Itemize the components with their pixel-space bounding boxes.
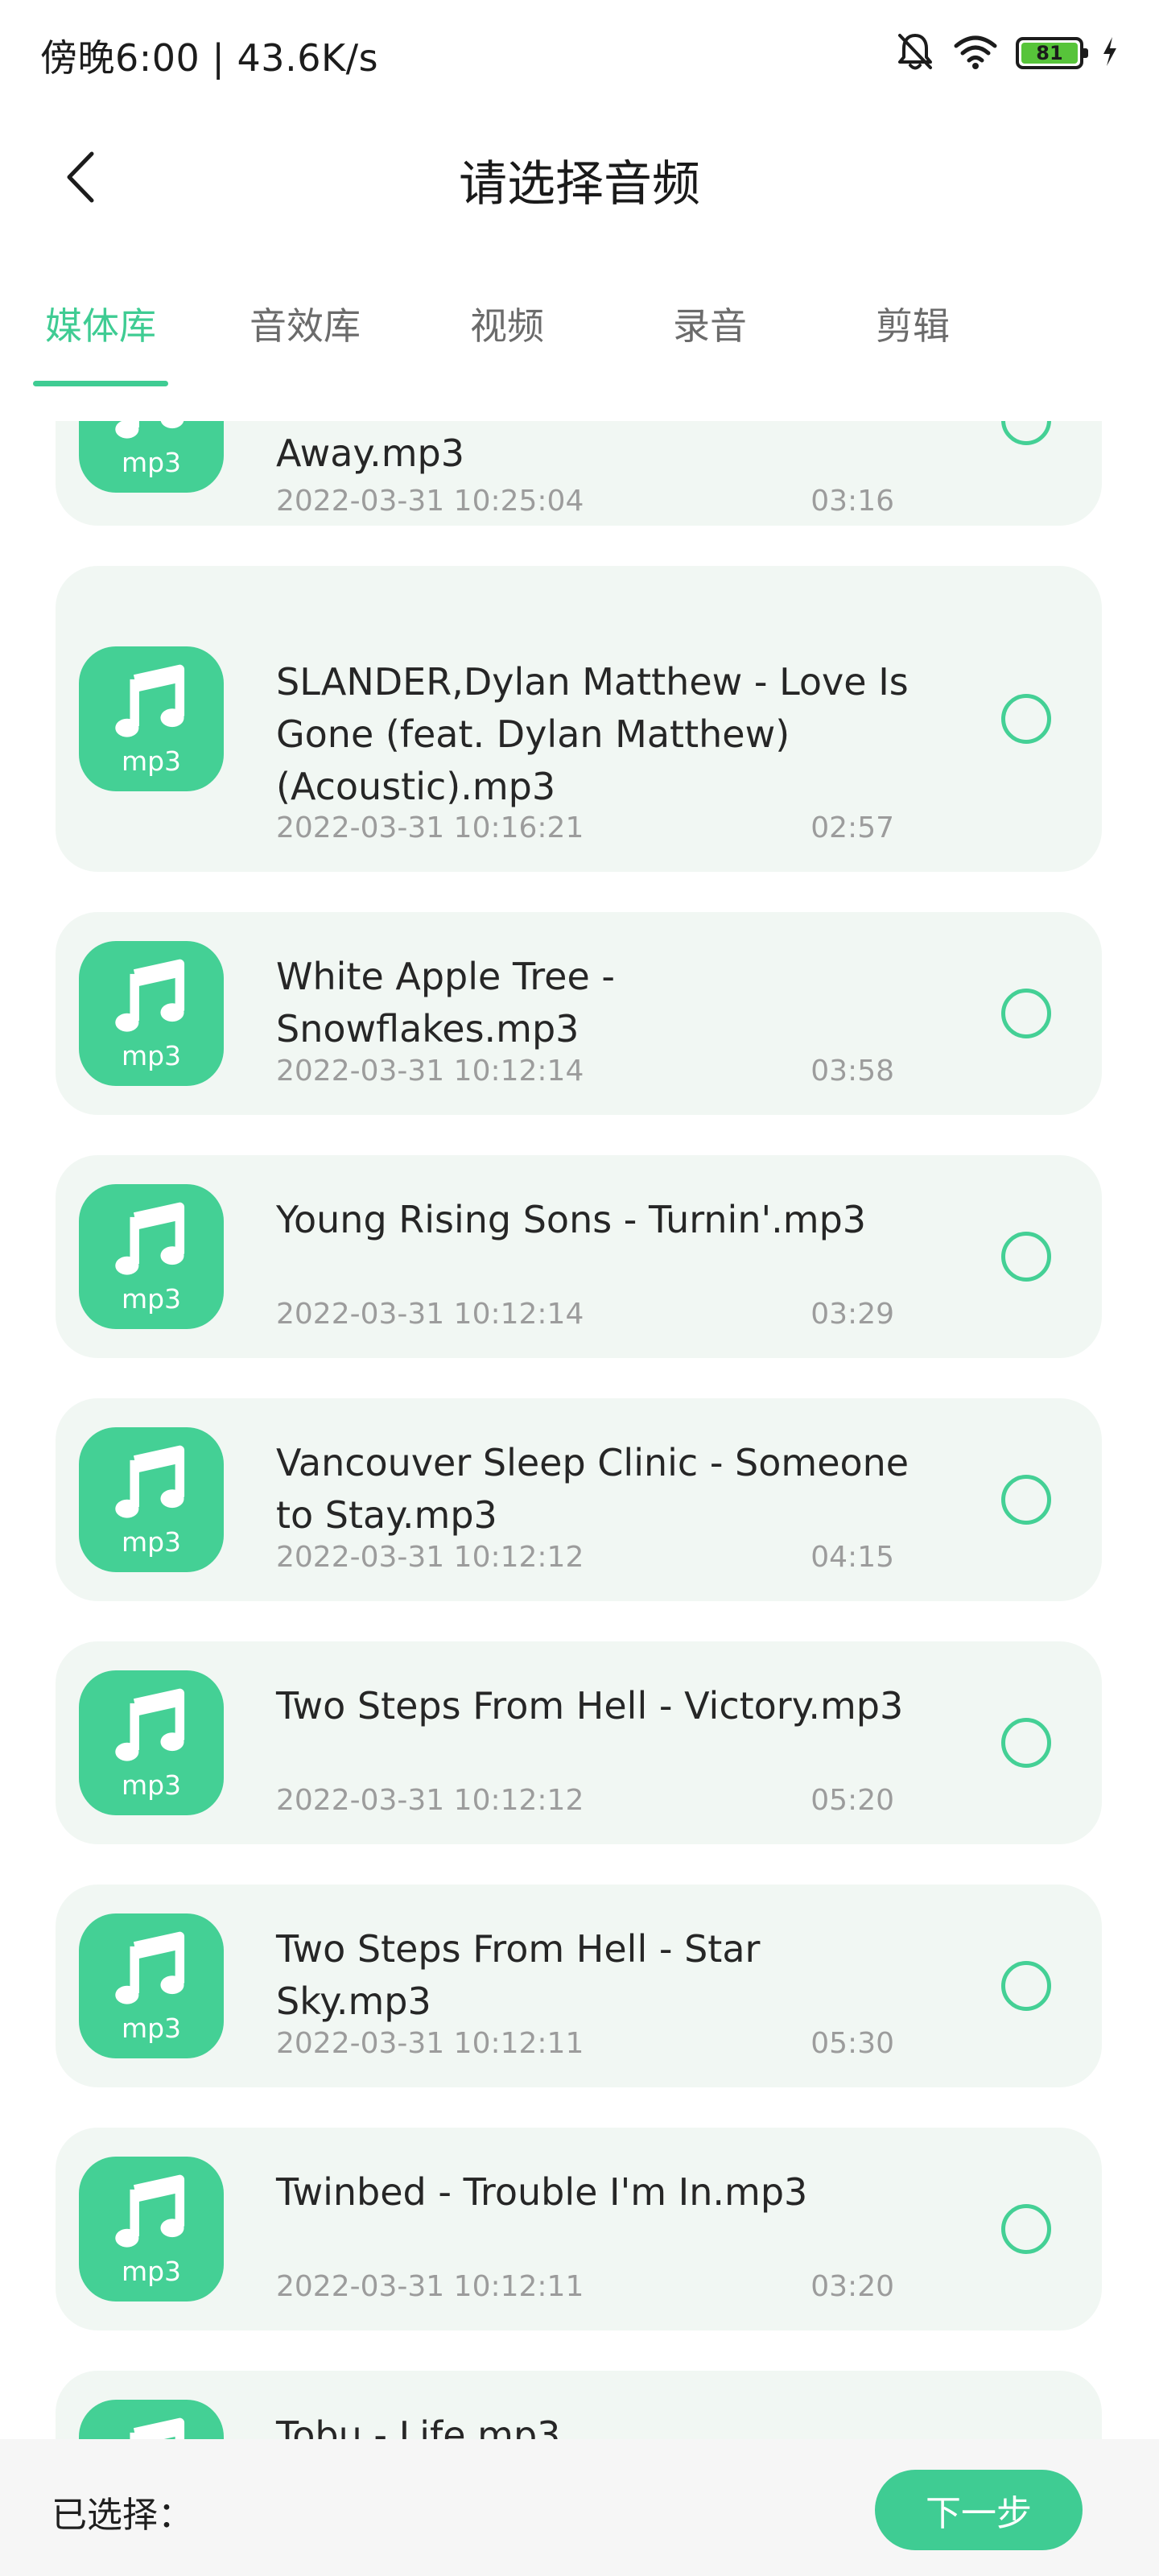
file-date: 2022-03-31 10:12:12 xyxy=(276,1541,584,1574)
file-extension-label: mp3 xyxy=(121,2256,182,2287)
tab-bar: 媒体库 音效库 视频 录音 剪辑 xyxy=(0,282,1159,386)
music-note-icon xyxy=(115,1445,185,1518)
tab-media-library[interactable]: 媒体库 xyxy=(29,298,172,354)
file-name: SLANDER,Dylan Matthew - Love Is Gone (fe… xyxy=(276,660,909,808)
file-date: 2022-03-31 10:12:14 xyxy=(276,1055,584,1088)
music-file-icon: mp3 xyxy=(79,1184,224,1329)
file-date: 2022-03-31 10:12:11 xyxy=(276,2270,584,2303)
file-duration: 05:20 xyxy=(810,1784,894,1817)
select-radio[interactable] xyxy=(1001,1961,1051,2011)
file-date: 2022-03-31 10:12:14 xyxy=(276,1298,584,1331)
list-item[interactable]: mp3 Twinbed - Trouble I'm In.mp3 2022-03… xyxy=(56,2128,1102,2330)
status-time-speed: 傍晚6:00 | 43.6K/s xyxy=(40,36,379,80)
wifi-icon xyxy=(953,33,998,73)
music-file-icon: mp3 xyxy=(79,646,224,791)
music-note-icon xyxy=(115,664,185,737)
mute-bell-icon xyxy=(895,31,935,76)
file-duration: 03:16 xyxy=(810,485,894,518)
file-extension-label: mp3 xyxy=(121,745,182,777)
file-duration: 04:15 xyxy=(810,1541,894,1574)
select-radio[interactable] xyxy=(1001,421,1051,445)
file-name: Twinbed - Trouble I'm In.mp3 xyxy=(276,2170,808,2214)
file-extension-label: mp3 xyxy=(121,447,182,478)
music-file-icon: mp3 xyxy=(79,1427,224,1572)
list-item[interactable]: mp3 Two Steps From Hell - Star Sky.mp3 2… xyxy=(56,1885,1102,2087)
music-note-icon xyxy=(130,2417,185,2439)
file-date: 2022-03-31 10:12:12 xyxy=(276,1784,584,1817)
file-name: Two Steps From Hell - Victory.mp3 xyxy=(276,1684,904,1728)
active-tab-indicator xyxy=(33,381,168,386)
tab-sound-effects[interactable]: 音效库 xyxy=(233,298,377,354)
file-extension-label: mp3 xyxy=(121,1526,182,1558)
file-name: White Apple Tree - Snowflakes.mp3 xyxy=(276,955,616,1051)
file-extension-label: mp3 xyxy=(121,2013,182,2044)
music-note-icon xyxy=(115,1931,185,2004)
music-note-icon xyxy=(115,959,185,1032)
bottom-bar: 已选择： 下一步 xyxy=(0,2439,1159,2576)
selected-label: 已选择： xyxy=(52,2495,193,2536)
list-item[interactable]: mp3 Tobu - Life.mp3 xyxy=(56,2371,1102,2439)
music-file-icon: mp3 xyxy=(79,2400,224,2439)
file-date: 2022-03-31 10:16:21 xyxy=(276,811,584,844)
battery-icon: 81 xyxy=(1016,37,1088,69)
list-item[interactable]: mp3 Young Rising Sons - Turnin'.mp3 2022… xyxy=(56,1155,1102,1358)
file-name: Away.mp3 xyxy=(276,431,464,475)
status-bar: 傍晚6:00 | 43.6K/s 81 xyxy=(0,0,1159,105)
battery-level: 81 xyxy=(1021,42,1078,64)
file-duration: 02:57 xyxy=(810,811,894,844)
list-item[interactable]: mp3 SLANDER,Dylan Matthew - Love Is Gone… xyxy=(56,566,1102,872)
music-file-icon: mp3 xyxy=(79,421,224,493)
file-date: 2022-03-31 10:25:04 xyxy=(276,485,584,518)
audio-picker-screen: 傍晚6:00 | 43.6K/s 81 请选择音频 媒体库 音效库 视频 录音 … xyxy=(0,0,1159,2576)
music-file-icon: mp3 xyxy=(79,1913,224,2058)
file-name: Tobu - Life.mp3 xyxy=(276,2413,561,2439)
tab-clips[interactable]: 剪辑 xyxy=(856,298,969,354)
file-extension-label: mp3 xyxy=(121,1283,182,1315)
file-duration: 03:58 xyxy=(810,1055,894,1088)
next-step-button[interactable]: 下一步 xyxy=(875,2470,1083,2550)
file-name: Two Steps From Hell - Star Sky.mp3 xyxy=(276,1927,761,2023)
tab-recording[interactable]: 录音 xyxy=(654,298,766,354)
music-note-icon xyxy=(115,1688,185,1761)
music-note-icon xyxy=(115,1202,185,1275)
file-duration: 05:30 xyxy=(810,2027,894,2060)
select-radio[interactable] xyxy=(1001,989,1051,1038)
list-item[interactable]: mp3 White Apple Tree - Snowflakes.mp3 20… xyxy=(56,912,1102,1115)
music-file-icon: mp3 xyxy=(79,1670,224,1815)
file-name: Young Rising Sons - Turnin'.mp3 xyxy=(276,1198,867,1241)
select-radio[interactable] xyxy=(1001,1232,1051,1282)
file-duration: 03:20 xyxy=(810,2270,894,2303)
select-radio[interactable] xyxy=(1001,2204,1051,2254)
file-extension-label: mp3 xyxy=(121,1769,182,1801)
file-duration: 03:29 xyxy=(810,1298,894,1331)
file-extension-label: mp3 xyxy=(121,1040,182,1071)
music-file-icon: mp3 xyxy=(79,941,224,1086)
audio-file-list[interactable]: mp3 Away.mp3 2022-03-31 10:25:04 03:16 m… xyxy=(0,421,1159,2439)
charging-icon xyxy=(1101,35,1119,71)
select-radio[interactable] xyxy=(1001,694,1051,744)
file-date: 2022-03-31 10:12:11 xyxy=(276,2027,584,2060)
page-title: 请选择音频 xyxy=(459,156,700,213)
select-radio[interactable] xyxy=(1001,1718,1051,1768)
list-item[interactable]: mp3 Two Steps From Hell - Victory.mp3 20… xyxy=(56,1641,1102,1844)
file-name: Vancouver Sleep Clinic - Someone to Stay… xyxy=(276,1441,909,1537)
music-note-icon xyxy=(115,421,184,439)
list-item[interactable]: mp3 Away.mp3 2022-03-31 10:25:04 03:16 xyxy=(56,421,1102,526)
select-radio[interactable] xyxy=(1001,1475,1051,1525)
music-file-icon: mp3 xyxy=(79,2157,224,2301)
header: 请选择音频 xyxy=(0,121,1159,233)
status-icons: 81 xyxy=(895,31,1119,76)
list-item[interactable]: mp3 Vancouver Sleep Clinic - Someone to … xyxy=(56,1398,1102,1601)
tab-video[interactable]: 视频 xyxy=(451,298,563,354)
music-note-icon xyxy=(115,2174,185,2248)
